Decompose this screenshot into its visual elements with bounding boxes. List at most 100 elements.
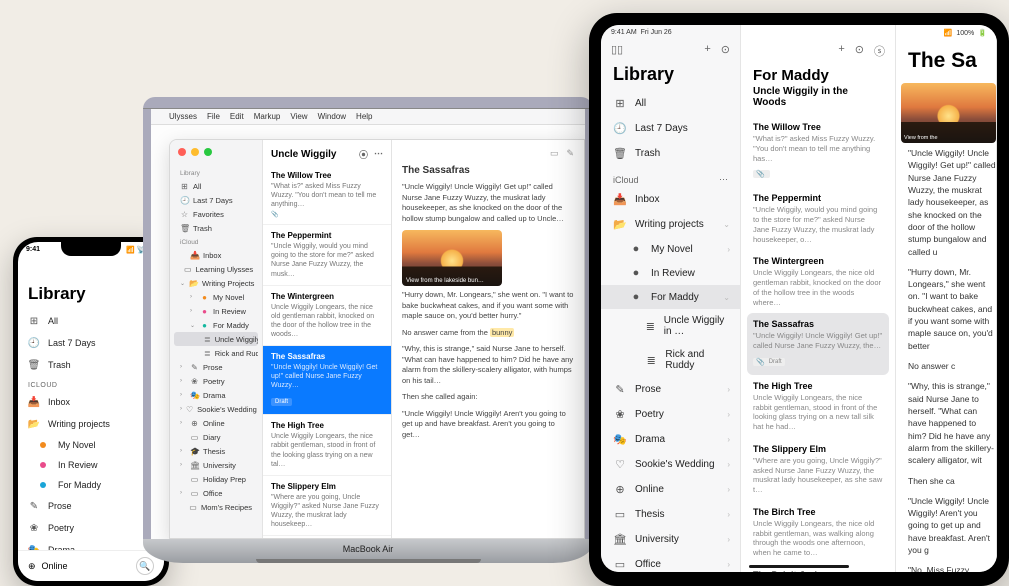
sidebar-item[interactable]: ≣Uncle Wiggily: [174, 332, 258, 346]
sidebar-item[interactable]: ⊞All: [601, 91, 740, 116]
card-title: The Sassafras: [753, 319, 883, 329]
sheet-card[interactable]: The Sassafras"Uncle Wiggily! Uncle Wiggi…: [747, 313, 889, 375]
sidebar-item[interactable]: ›●In Review: [174, 304, 258, 318]
menu-item[interactable]: File: [207, 112, 220, 121]
sidebar-item[interactable]: ⌄📂Writing Projects: [174, 276, 258, 290]
row-label: For Maddy: [651, 292, 699, 303]
editor-heading: The Sassafras: [402, 165, 574, 176]
menu-item[interactable]: Edit: [230, 112, 244, 121]
card-title: The Willow Tree: [271, 171, 383, 180]
sidebar-item[interactable]: 📥Inbox: [601, 187, 740, 212]
sidebar-item[interactable]: 🏛University›: [601, 527, 740, 552]
minimize-icon[interactable]: [191, 148, 199, 156]
sidebar-item[interactable]: 🗑Trash: [174, 221, 258, 235]
add-button[interactable]: +: [704, 43, 710, 56]
sidebar-toggle-icon[interactable]: ▯▯: [611, 43, 623, 56]
editor-paragraph: "Hurry down, Mr. Longears," she went on.…: [402, 290, 574, 322]
menu-item[interactable]: Window: [318, 112, 346, 121]
editor-sidebar-icon[interactable]: ▭: [550, 148, 559, 159]
sheet-card[interactable]: The Slippery Elm"Where are you going, Un…: [263, 476, 391, 536]
sidebar-item[interactable]: ❀Poetry›: [601, 402, 740, 427]
sidebar-item[interactable]: ▭Diary: [174, 430, 258, 444]
sheet-card[interactable]: The Slippery Elm"Where are you going, Un…: [741, 438, 895, 501]
editor-paragraph: No answer c: [908, 360, 996, 372]
sidebar-item[interactable]: 🕘Last 7 Days: [174, 193, 258, 207]
add-button[interactable]: +: [838, 43, 844, 59]
sheet-card[interactable]: The Willow Tree"What is?" asked Miss Fuz…: [741, 116, 895, 187]
sidebar-item[interactable]: 📥Inbox: [174, 248, 258, 262]
ipad-home-indicator[interactable]: [749, 565, 849, 568]
sidebar-item[interactable]: ›▭Office: [174, 486, 258, 500]
sidebar-item[interactable]: ▭Thesis›: [601, 502, 740, 527]
filter-icon[interactable]: ⦿: [359, 148, 368, 161]
sidebar-item[interactable]: ›❀Poetry: [174, 374, 258, 388]
sheet-card[interactable]: The Birch TreeUncle Wiggily Longears, th…: [741, 501, 895, 564]
sidebar-item[interactable]: ≣Uncle Wiggily in …: [601, 309, 740, 343]
sidebar-item[interactable]: ›🎓Thesis: [174, 444, 258, 458]
sidebar-item[interactable]: ›♡Sookie's Wedding: [174, 402, 258, 416]
row-icon: ⊞: [28, 315, 40, 327]
row-label: Learning Ulysses: [196, 265, 254, 274]
macos-menubar[interactable]: Ulysses File Edit Markup View Window Help: [151, 109, 585, 125]
sheet-card[interactable]: The Sassafras"Uncle Wiggily! Uncle Wiggi…: [263, 346, 391, 415]
menu-icon[interactable]: ⋯: [374, 148, 383, 161]
sidebar-item[interactable]: 📂Writing projects⌄: [601, 212, 740, 237]
sheet-card[interactable]: The WintergreenUncle Wiggily Longears, t…: [741, 250, 895, 313]
sidebar-item[interactable]: ⊞All: [174, 179, 258, 193]
ipad-editor-column[interactable]: The Sa View from the "Uncle Wiggily! Unc…: [896, 25, 997, 572]
sheet-card[interactable]: The High TreeUncle Wiggily Longears, the…: [741, 375, 895, 438]
sidebar-item[interactable]: ›🎭Drama: [174, 388, 258, 402]
sidebar-item[interactable]: ♡Sookie's Wedding›: [601, 452, 740, 477]
zoom-icon[interactable]: [204, 148, 212, 156]
sidebar-item-online[interactable]: ⊕Online: [28, 561, 68, 572]
chevron-icon: ›: [180, 364, 186, 370]
sidebar-item[interactable]: ≣Rick and Rudy…: [174, 346, 258, 360]
menu-item[interactable]: Help: [356, 112, 372, 121]
editor-compose-icon[interactable]: ✎: [566, 148, 574, 159]
sidebar-item[interactable]: ✎Prose›: [601, 377, 740, 402]
editor-image[interactable]: View from the: [901, 83, 996, 143]
card-title: The Pulpit-Jack: [753, 570, 883, 572]
card-title: The Sassafras: [271, 352, 383, 361]
sidebar-item[interactable]: ⌄●For Maddy: [174, 318, 258, 332]
card-preview: "Uncle Wiggily, would you mind going to …: [753, 205, 883, 244]
sidebar-item[interactable]: ●My Novel›: [601, 237, 740, 261]
sheet-card[interactable]: The Willow Tree"What is?" asked Miss Fuz…: [263, 165, 391, 225]
sidebar-item[interactable]: ›✎Prose: [174, 360, 258, 374]
menu-item[interactable]: Ulysses: [169, 112, 197, 121]
sidebar-item[interactable]: ▭Office›: [601, 552, 740, 572]
more-icon[interactable]: ⋯: [719, 174, 728, 185]
online-icon: ⊕: [28, 561, 36, 572]
search-icon[interactable]: ⓢ: [874, 43, 885, 59]
sidebar-item[interactable]: ☆Favorites: [174, 207, 258, 221]
sidebar-item[interactable]: ›●My Novel: [174, 290, 258, 304]
sidebar-item[interactable]: ▭Mom's Recipes: [174, 500, 258, 514]
sidebar-item[interactable]: ›🏛University: [174, 458, 258, 472]
editor-image[interactable]: View from the lakeside bun…: [402, 230, 502, 286]
sheet-card[interactable]: The Peppermint"Uncle Wiggily, would you …: [263, 225, 391, 285]
play-icon[interactable]: ⊙: [721, 43, 730, 56]
menu-item[interactable]: View: [290, 112, 307, 121]
sheet-card[interactable]: The WintergreenUncle Wiggily Longears, t…: [263, 286, 391, 346]
card-preview: Uncle Wiggily Longears, the nice rabbit …: [271, 432, 383, 468]
sidebar-item[interactable]: ●In Review: [601, 261, 740, 285]
sheet-card[interactable]: The Birch TreeUncle Wiggily Longears, th…: [263, 536, 391, 539]
row-label: Diary: [203, 433, 221, 442]
sidebar-item[interactable]: 🎭Drama›: [601, 427, 740, 452]
window-traffic-lights[interactable]: [178, 148, 212, 156]
sidebar-item[interactable]: ●For Maddy⌄: [601, 285, 740, 309]
sheet-card[interactable]: The High TreeUncle Wiggily Longears, the…: [263, 415, 391, 475]
sidebar-item[interactable]: ≣Rick and Ruddy: [601, 343, 740, 377]
sidebar-item[interactable]: 🗑Trash: [601, 141, 740, 166]
sheet-card[interactable]: The Peppermint"Uncle Wiggily, would you …: [741, 187, 895, 250]
sidebar-item[interactable]: 🕘Last 7 Days: [601, 116, 740, 141]
sidebar-item[interactable]: ›⊕Online: [174, 416, 258, 430]
sidebar-item[interactable]: ▭Holiday Prep: [174, 472, 258, 486]
more-icon[interactable]: ⊙: [855, 43, 864, 59]
ulysses-window: Library ⊞All🕘Last 7 Days☆Favorites🗑Trash…: [169, 139, 585, 539]
mac-editor[interactable]: ▭✎ The Sassafras "Uncle Wiggily! Uncle W…: [392, 140, 584, 538]
close-icon[interactable]: [178, 148, 186, 156]
sidebar-item[interactable]: ⊕Online›: [601, 477, 740, 502]
sidebar-item[interactable]: ▭Learning Ulysses: [174, 262, 258, 276]
menu-item[interactable]: Markup: [254, 112, 281, 121]
